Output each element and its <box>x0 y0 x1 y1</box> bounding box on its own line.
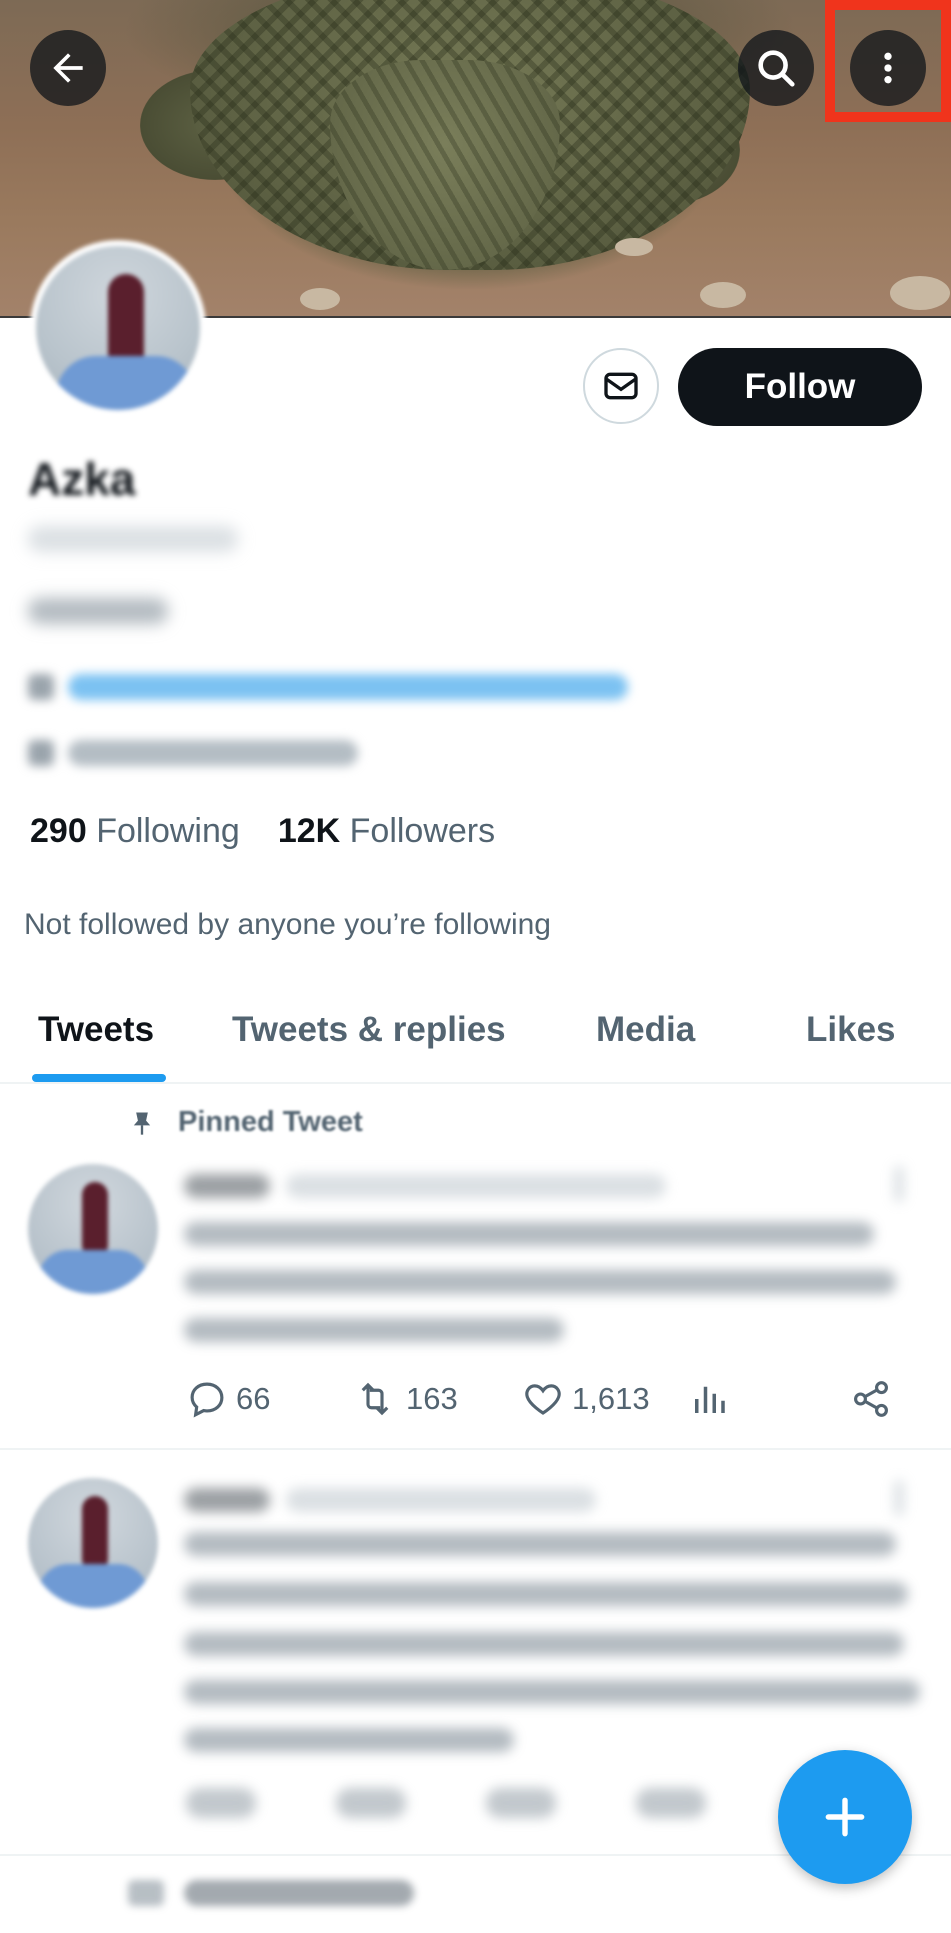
calendar-icon <box>28 740 54 766</box>
banner-image-detail <box>615 238 653 256</box>
share-icon <box>854 1381 888 1417</box>
profile-tabs: Tweets Tweets & replies Media Likes <box>0 990 951 1084</box>
profile-name: Azka <box>28 453 136 505</box>
tab-likes[interactable]: Likes <box>806 1010 896 1050</box>
follow-button[interactable]: Follow <box>678 348 922 426</box>
followers-link[interactable]: 12K Followers <box>278 812 495 851</box>
views-button[interactable] <box>688 1378 730 1420</box>
back-button[interactable] <box>30 30 106 106</box>
search-icon <box>758 50 795 87</box>
tweet-more-icon[interactable] <box>894 1480 904 1516</box>
following-link[interactable]: 290 Following <box>30 812 240 851</box>
tweet-avatar[interactable] <box>28 1164 158 1294</box>
plus-icon <box>825 1797 865 1837</box>
mail-icon <box>604 372 638 400</box>
tab-media[interactable]: Media <box>596 1010 695 1050</box>
reply-icon <box>190 1382 224 1418</box>
profile-avatar[interactable] <box>30 240 206 416</box>
retweet-button[interactable]: 163 <box>352 1378 458 1420</box>
message-button[interactable] <box>583 348 659 424</box>
analytics-icon <box>695 1386 725 1413</box>
compose-tweet-button[interactable] <box>778 1750 912 1884</box>
search-button[interactable] <box>738 30 814 106</box>
like-button[interactable]: 1,613 <box>522 1378 650 1420</box>
tweet-divider <box>0 1448 951 1450</box>
active-tab-indicator <box>32 1074 166 1082</box>
tab-tweets[interactable]: Tweets <box>38 1010 154 1050</box>
not-followed-notice: Not followed by anyone you’re following <box>24 908 551 941</box>
retweeted-label <box>128 1880 414 1906</box>
profile-link[interactable] <box>28 674 628 700</box>
highlight-annotation <box>825 0 951 122</box>
pinned-tweet-label: Pinned Tweet <box>128 1106 363 1139</box>
tab-tweets-replies[interactable]: Tweets & replies <box>232 1010 506 1050</box>
heart-icon <box>525 1384 561 1415</box>
arrow-left-icon <box>53 53 83 83</box>
link-icon <box>28 674 54 700</box>
pin-icon <box>133 1112 151 1135</box>
tweet-actions: 66 163 1,613 <box>186 1378 906 1426</box>
tweet-avatar[interactable] <box>28 1478 158 1608</box>
share-button[interactable] <box>850 1378 892 1420</box>
follow-stats: 290 Following 12K Followers <box>30 812 495 851</box>
profile-handle <box>28 526 238 560</box>
retweet-icon <box>361 1382 389 1416</box>
tweet-more-icon[interactable] <box>894 1166 904 1202</box>
banner-image-detail <box>700 282 746 308</box>
banner-image-detail <box>300 288 340 310</box>
tweet-actions <box>186 1788 706 1818</box>
profile-joined-date <box>28 740 358 766</box>
reply-button[interactable]: 66 <box>186 1378 270 1420</box>
banner-image-detail <box>890 276 950 310</box>
profile-bio <box>28 598 168 632</box>
